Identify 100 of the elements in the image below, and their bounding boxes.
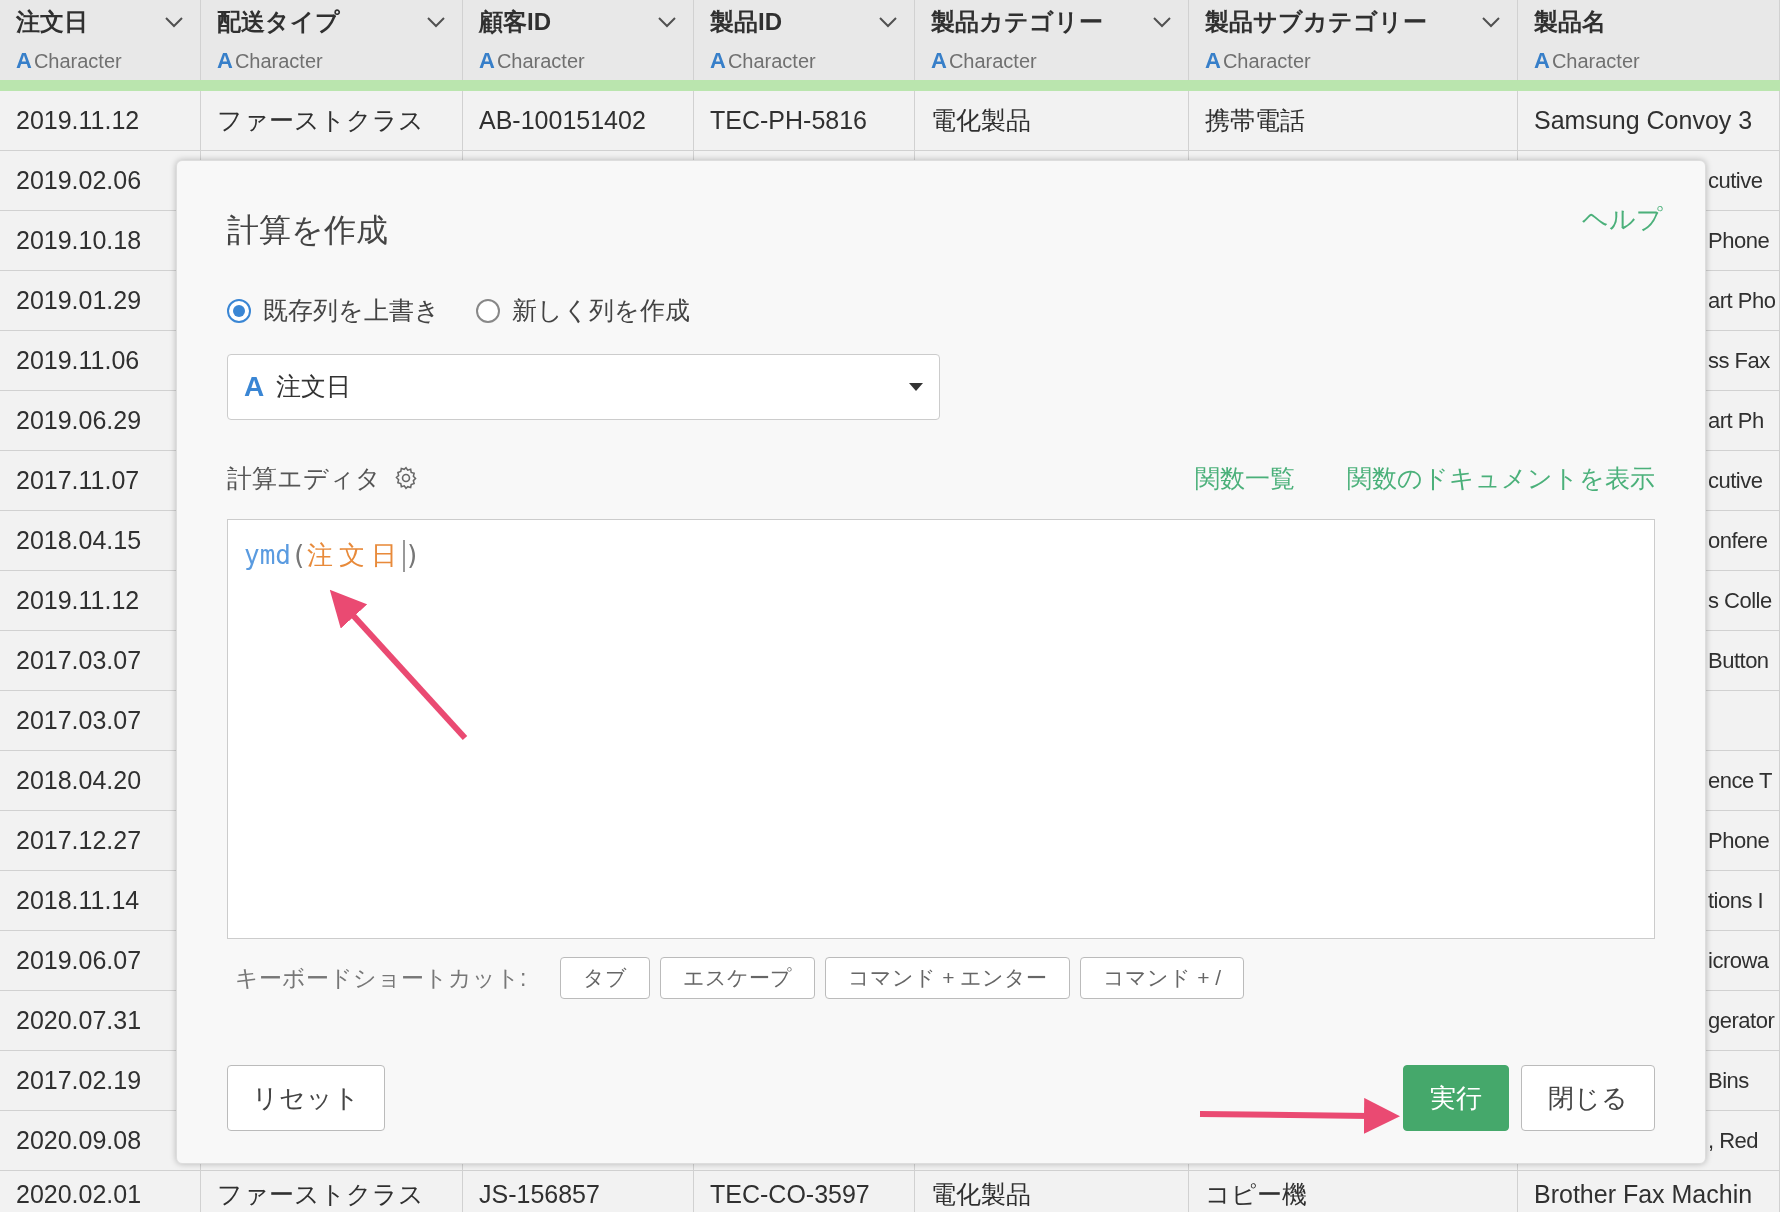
type-icon: A	[217, 44, 233, 77]
code-token: (	[290, 539, 307, 572]
table-cell-text: s Colle	[1708, 587, 1772, 615]
shortcuts-label: キーボードショートカット:	[235, 963, 527, 993]
table-cell-text: Samsung Convoy 3	[1534, 104, 1753, 136]
table-cell-text: 2017.11.07	[16, 464, 140, 496]
radio-button[interactable]	[227, 298, 251, 323]
code-token: )	[404, 539, 421, 572]
column-name: 製品サブカテゴリー	[1205, 7, 1427, 37]
table-cell-text: , Red	[1708, 1127, 1759, 1155]
table-cell-text: AB-100151402	[479, 104, 646, 136]
chevron-icon[interactable]	[878, 16, 898, 28]
table-cell-text: ファーストクラス	[217, 104, 424, 136]
table-cell-text: 電化製品	[931, 104, 1031, 136]
column-type: Character	[948, 48, 1037, 74]
table-cell-text: cutive	[1708, 467, 1763, 495]
table-cell-text: Phone	[1708, 227, 1770, 255]
table-cell: 2020.02.01	[16, 1181, 142, 1207]
table-cell-text: 2018.11.14	[16, 884, 140, 916]
table-cell-text: icrowa	[1708, 947, 1769, 975]
shortcut-key: エスケープ	[660, 957, 816, 999]
column-type: Character	[234, 48, 323, 74]
table-cell-text: art Ph	[1708, 407, 1764, 435]
function-link[interactable]: 関数一覧	[1195, 459, 1295, 497]
chevron-icon[interactable]	[426, 16, 446, 28]
column-type: Character	[1551, 48, 1640, 74]
table-cell-text: Phone	[1708, 827, 1770, 855]
table-cell-text: 2017.03.07	[16, 704, 142, 736]
function-link[interactable]: 関数のドキュメントを表示	[1347, 459, 1655, 497]
table-cell-text: cutive	[1708, 167, 1763, 195]
table-cell: 電化製品	[931, 1181, 1031, 1207]
column-select[interactable]: A 注文日	[227, 353, 940, 420]
type-icon: A	[16, 44, 32, 77]
table-cell-text: 携帯電話	[1205, 104, 1305, 136]
settings-icon[interactable]	[393, 465, 419, 492]
table-cell-text: 2017.12.27	[16, 824, 142, 856]
column-type: Character	[1222, 48, 1311, 74]
code-editor[interactable]: ymd(注文日)	[227, 519, 1655, 939]
type-icon: A	[244, 365, 265, 408]
table-cell: ファーストクラス	[217, 1181, 424, 1207]
table-cell-text: 2018.04.20	[16, 764, 142, 796]
table-cell-text: 2019.02.06	[16, 164, 142, 196]
column-name: 製品名	[1534, 7, 1606, 37]
column-name: 配送タイプ	[217, 7, 340, 37]
radio-button[interactable]	[476, 298, 500, 323]
radio-label: 既存列を上書き	[263, 295, 440, 326]
code-token: ymd	[244, 539, 291, 572]
table-cell: Brother Fax Machin	[1534, 1181, 1753, 1207]
dialog-button[interactable]: リセット	[227, 1065, 385, 1131]
table-cell-text: ss Fax	[1708, 347, 1770, 375]
dialog-button[interactable]: 閉じる	[1521, 1065, 1655, 1131]
column-name: 製品カテゴリー	[931, 7, 1103, 37]
dialog-title: 計算を作成	[227, 211, 388, 250]
type-icon: A	[931, 44, 947, 77]
table-cell-text: tions I	[1708, 887, 1764, 915]
column-name: 製品ID	[710, 7, 782, 37]
help-link[interactable]: ヘルプ	[1582, 200, 1663, 239]
chevron-icon[interactable]	[1481, 16, 1501, 28]
table-cell-text: ence T	[1708, 767, 1772, 795]
table-cell-text: 2019.01.29	[16, 284, 142, 316]
column-type: Character	[727, 48, 816, 74]
table-cell-text: 2019.10.18	[16, 224, 142, 256]
shortcut-key: コマンド + エンター	[825, 957, 1071, 999]
table-cell-text: onfere	[1708, 527, 1768, 555]
table-cell-text: 2017.03.07	[16, 644, 142, 676]
type-icon: A	[1205, 44, 1221, 77]
run-button[interactable]: 実行	[1403, 1065, 1509, 1131]
column-name: 注文日	[16, 7, 88, 37]
chevron-icon[interactable]	[657, 16, 677, 28]
table-cell-text: 2017.02.19	[16, 1064, 142, 1096]
column-type: Character	[496, 48, 585, 74]
radio-label: 新しく列を作成	[512, 295, 690, 326]
table-cell-text: 2020.09.08	[16, 1124, 142, 1156]
type-icon: A	[1534, 44, 1550, 77]
shortcut-key: コマンド + /	[1080, 957, 1245, 999]
table-cell-text: TEC-PH-5816	[710, 104, 867, 136]
table-cell-text: Bins	[1708, 1067, 1749, 1095]
caret-icon	[909, 382, 923, 391]
table-cell-text: 2019.06.29	[16, 404, 142, 436]
table-cell: JS-156857	[479, 1181, 600, 1207]
table-cell-text: 2018.04.15	[16, 524, 142, 556]
table-cell-text: 2019.11.06	[16, 344, 140, 376]
table-cell: コピー機	[1205, 1181, 1307, 1207]
type-icon: A	[710, 44, 726, 77]
table-cell-text: 2019.11.12	[16, 104, 140, 136]
column-name: 顧客ID	[479, 7, 551, 37]
table-cell-text: gerator	[1708, 1007, 1775, 1035]
chevron-icon[interactable]	[164, 16, 184, 28]
table-cell-text: 2019.11.12	[16, 584, 140, 616]
editor-label: 計算エディタ	[227, 462, 381, 494]
table-cell: TEC-CO-3597	[710, 1181, 870, 1207]
code-token: 注文日	[306, 539, 403, 572]
chevron-icon[interactable]	[1152, 16, 1172, 28]
table-cell-text: 2020.07.31	[16, 1004, 142, 1036]
table-cell-text: Button	[1708, 647, 1769, 675]
table-cell-text: art Pho	[1708, 287, 1776, 315]
column-type: Character	[33, 48, 122, 74]
type-icon: A	[479, 44, 495, 77]
shortcut-key: タブ	[560, 957, 651, 999]
table-cell-text: 2019.06.07	[16, 944, 142, 976]
